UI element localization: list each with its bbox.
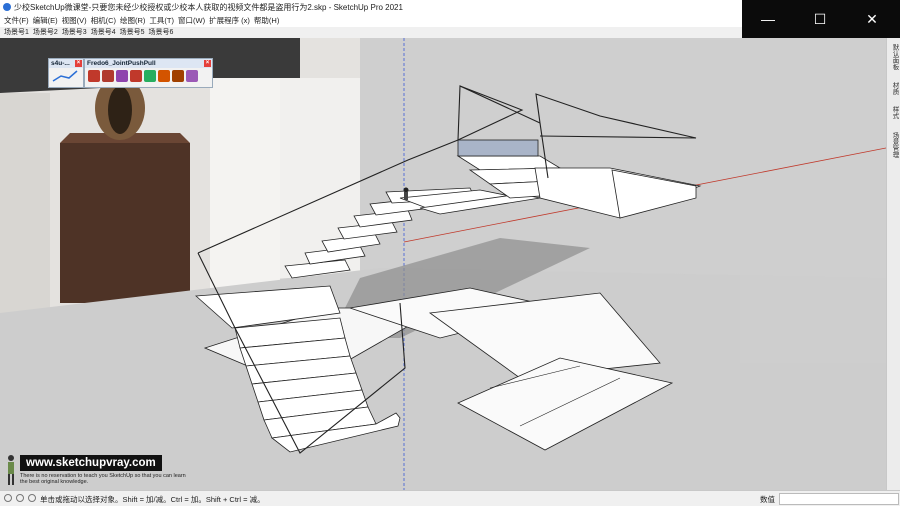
dock-tab-scenes[interactable]: 场景管理 — [889, 132, 899, 158]
menu-help[interactable]: 帮助(H) — [254, 15, 279, 27]
fredo-close-icon[interactable]: × — [204, 60, 211, 67]
fredo-tool-icon-7[interactable] — [172, 70, 184, 82]
scene-tab-4[interactable]: 场景号4 — [91, 27, 116, 38]
info-icon[interactable] — [16, 494, 24, 502]
maximize-button[interactable]: ☐ — [794, 0, 846, 38]
model-viewport[interactable]: s4u-... × Fredo6_JointPushPull × — [0, 38, 886, 490]
fredo-tool-icon-8[interactable] — [186, 70, 198, 82]
s4u-toolbar-title: s4u-... — [51, 60, 70, 67]
staircase-scene — [0, 38, 886, 490]
fredo-tool-icon-3[interactable] — [116, 70, 128, 82]
fredo-tool-icon-4[interactable] — [130, 70, 142, 82]
fredo-toolbar-title: Fredo6_JointPushPull — [87, 60, 156, 67]
watermark: www.sketchupvray.com There is no reserva… — [2, 452, 202, 490]
s4u-tool-icon[interactable] — [49, 68, 81, 84]
watermark-text: There is no reservation to teach you Ske… — [20, 473, 210, 485]
window-title: 少校SketchUp微课堂-只要您未经少校授权或少校本人获取的视频文件都是盗用行… — [14, 3, 403, 12]
help-icon[interactable] — [4, 494, 12, 502]
menu-window[interactable]: 窗口(W) — [178, 15, 205, 27]
status-bar: 单击或拖动以选择对象。Shift = 加/减。Ctrl = 加。Shift + … — [0, 490, 900, 506]
scene-tab-2[interactable]: 场景号2 — [33, 27, 58, 38]
fredo-toolbar: Fredo6_JointPushPull × — [84, 58, 213, 88]
menu-file[interactable]: 文件(F) — [4, 15, 29, 27]
menu-extensions[interactable]: 扩展程序 (x) — [209, 15, 250, 27]
dock-tab-styles[interactable]: 样式 — [889, 106, 899, 119]
dock-tab-materials[interactable]: 材质 — [889, 82, 899, 95]
fredo-tool-icon-6[interactable] — [158, 70, 170, 82]
fredo-tool-icon-1[interactable] — [88, 70, 100, 82]
scene-tab-6[interactable]: 场景号6 — [149, 27, 174, 38]
sketchup-app-icon — [3, 3, 11, 11]
measurements-label: 数值 — [760, 495, 775, 504]
s4u-toolbar: s4u-... × — [48, 58, 84, 88]
credits-icon[interactable] — [28, 494, 36, 502]
menu-camera[interactable]: 相机(C) — [91, 15, 116, 27]
scene-tab-3[interactable]: 场景号3 — [62, 27, 87, 38]
minimize-button[interactable]: — — [742, 0, 794, 38]
figure-logo-icon — [8, 455, 14, 485]
window-controls: — ☐ ✕ — [742, 0, 900, 38]
fredo-tool-icon-5[interactable] — [144, 70, 156, 82]
fredo-tool-icon-2[interactable] — [102, 70, 114, 82]
measurements-input[interactable] — [779, 493, 899, 505]
close-button[interactable]: ✕ — [846, 0, 898, 38]
dock-tab-default[interactable]: 默认面板 — [889, 44, 899, 70]
scene-tab-1[interactable]: 场景号1 — [4, 27, 29, 38]
watermark-line-2: the best original knowledge. — [20, 479, 89, 485]
scene-tab-5[interactable]: 场景号5 — [120, 27, 145, 38]
menu-tools[interactable]: 工具(T) — [149, 15, 174, 27]
menu-draw[interactable]: 绘图(R) — [120, 15, 145, 27]
s4u-close-icon[interactable]: × — [75, 60, 82, 67]
menu-bar: 文件(F) 编辑(E) 视图(V) 相机(C) 绘图(R) 工具(T) 窗口(W) 扩展程序 … — [0, 15, 742, 27]
status-message: 单击或拖动以选择对象。Shift = 加/减。Ctrl = 加。Shift + … — [40, 495, 265, 504]
menu-view[interactable]: 视图(V) — [62, 15, 87, 27]
right-dock: 默认面板 材质 样式 场景管理 — [886, 38, 900, 490]
watermark-url: www.sketchupvray.com — [20, 455, 162, 471]
menu-edit[interactable]: 编辑(E) — [33, 15, 58, 27]
